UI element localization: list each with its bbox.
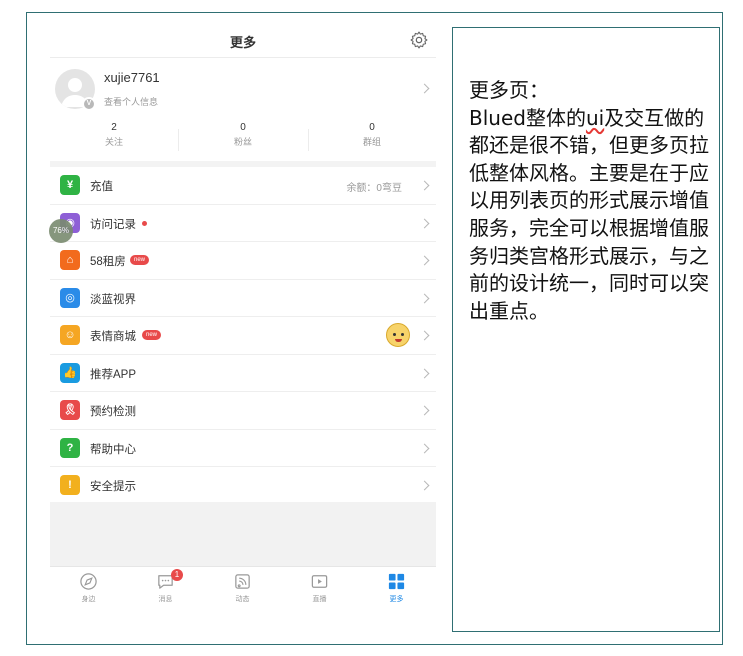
floating-progress-badge[interactable]: 76% xyxy=(49,219,73,243)
chevron-right-icon xyxy=(419,330,430,341)
tab-live[interactable]: 直播 xyxy=(281,567,358,610)
view-profile-link[interactable]: 查看个人信息 xyxy=(104,95,158,108)
menu-item[interactable]: 🎗 预约检测 xyxy=(50,392,436,430)
chevron-right-icon xyxy=(419,293,430,303)
smiley-icon: ☺ xyxy=(60,325,80,345)
stat-label: 关注 xyxy=(104,137,123,147)
gear-icon[interactable] xyxy=(409,30,429,50)
menu-item-label: 安全提示 xyxy=(90,481,136,493)
thumbs-up-icon: 👍 xyxy=(60,362,80,383)
verified-badge: V xyxy=(82,97,96,111)
annotation-text-part: 及交互 xyxy=(604,105,665,130)
annotation-box: 更多页： Blued整体的ui及交互做的都还是很不错，但更多页拉低整体风格。主要… xyxy=(452,27,720,632)
tab-label: 直播 xyxy=(312,596,327,603)
tab-label: 消息 xyxy=(158,596,173,603)
page-title: 更多 xyxy=(229,35,256,50)
ribbon-icon: 🎗 xyxy=(60,400,80,420)
menu-item[interactable]: ☺ 表情商城 new xyxy=(50,317,436,355)
tab-nearby[interactable]: 身边 xyxy=(50,567,127,610)
live-video-icon xyxy=(311,575,328,588)
chevron-right-icon xyxy=(419,480,430,491)
phone-screen: 更多 V xujie7761 查看个人信息 2 关注 0 粉丝 0 群组 ¥ 充… xyxy=(50,24,436,610)
tab-label: 更多 xyxy=(389,596,404,603)
stat-groups[interactable]: 0 群组 xyxy=(308,121,436,149)
annotation-body: 做的都还是很不错，但更多页拉低整体风格。主要是在于应以用列表页的形式展示增值服务… xyxy=(469,105,709,323)
stats-bar: 2 关注 0 粉丝 0 群组 xyxy=(50,121,436,159)
menu-item-label: 预约检测 xyxy=(90,406,136,418)
stat-value: 0 xyxy=(240,122,246,133)
balance-text: 余额：0弯豆 xyxy=(346,183,402,194)
header-bar: 更多 xyxy=(50,24,436,58)
tab-bar: 身边 1 消息 动态 直播 更多 xyxy=(50,566,436,610)
stat-value: 0 xyxy=(369,122,375,133)
menu-item[interactable]: 👍 推荐APP xyxy=(50,354,436,392)
menu-item-label: 推荐APP xyxy=(90,368,137,381)
feed-icon xyxy=(235,574,250,589)
menu-item[interactable]: ¥ 充值 余额：0弯豆 xyxy=(50,167,436,205)
annotation-text-part: Blued整体的 xyxy=(469,105,586,130)
menu-item[interactable]: ! 安全提示 xyxy=(50,467,436,505)
menu-item-label: 帮助中心 xyxy=(90,443,136,456)
profile-row[interactable]: V xujie7761 查看个人信息 xyxy=(50,59,436,119)
stat-following[interactable]: 2 关注 xyxy=(50,121,178,149)
chevron-right-icon xyxy=(419,405,430,416)
annotation-text-part: ui xyxy=(585,105,605,130)
new-badge: new xyxy=(130,255,150,265)
unread-badge: 1 xyxy=(171,569,183,581)
tab-label: 动态 xyxy=(235,596,250,603)
stat-label: 粉丝 xyxy=(233,137,252,147)
globe-icon: ◎ xyxy=(60,287,80,308)
username: xujie7761 xyxy=(104,70,160,85)
menu-item-label: 访问记录 xyxy=(90,218,136,231)
shield-alert-icon: ! xyxy=(60,475,80,495)
chevron-right-icon xyxy=(419,255,430,266)
house-icon: ⌂ xyxy=(60,250,80,270)
menu-item[interactable]: ⌂ 58租房 new xyxy=(50,242,436,280)
menu-list: ¥ 充值 余额：0弯豆 ◉访问记录 ⌂ 58租房 new ◎ 淡蓝视界 ☺ 表情商城 new 👍 推荐AP… xyxy=(50,167,436,505)
tab-feed[interactable]: 动态 xyxy=(204,567,281,610)
stat-label: 群组 xyxy=(362,137,381,147)
chevron-right-icon xyxy=(419,443,430,453)
notification-dot xyxy=(142,220,147,226)
annotation-text: 更多页： Blued整体的ui及交互做的都还是很不错，但更多页拉低整体风格。主要… xyxy=(469,77,709,325)
mascot-sticker-icon xyxy=(386,323,410,347)
chevron-right-icon xyxy=(419,83,430,94)
chevron-right-icon xyxy=(419,368,430,378)
menu-item-label: 充值 xyxy=(90,181,113,193)
menu-item[interactable]: ? 帮助中心 xyxy=(50,429,436,467)
grid-icon xyxy=(388,573,405,590)
menu-item-label: 淡蓝视界 xyxy=(90,293,136,306)
chevron-right-icon xyxy=(419,180,430,191)
compass-icon xyxy=(80,573,97,590)
stat-value: 2 xyxy=(111,122,117,133)
new-badge: new xyxy=(142,330,162,340)
tab-label: 身边 xyxy=(81,596,96,603)
menu-item-label: 58租房 xyxy=(90,256,126,268)
empty-area xyxy=(50,502,436,572)
menu-item-label: 表情商城 xyxy=(90,331,136,343)
menu-item[interactable]: ◉访问记录 xyxy=(50,204,436,242)
tab-messages[interactable]: 1 消息 xyxy=(127,567,204,610)
annotation-heading: 更多页： xyxy=(469,78,549,102)
menu-item[interactable]: ◎ 淡蓝视界 xyxy=(50,279,436,317)
chevron-right-icon xyxy=(419,218,430,228)
question-icon: ? xyxy=(60,437,80,458)
tab-more[interactable]: 更多 xyxy=(358,567,435,610)
yen-icon: ¥ xyxy=(60,175,80,195)
stat-followers[interactable]: 0 粉丝 xyxy=(179,121,307,149)
